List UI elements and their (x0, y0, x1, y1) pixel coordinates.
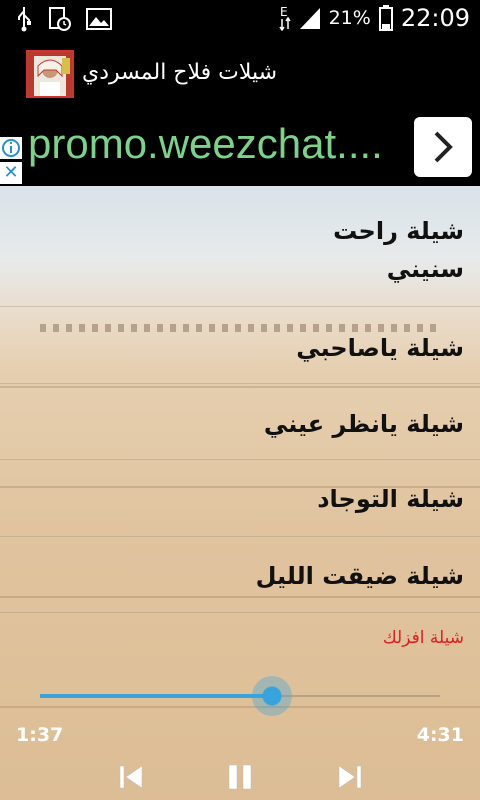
svg-text:E: E (280, 5, 288, 19)
chevron-right-icon (434, 131, 453, 163)
status-time: 22:09 (400, 4, 470, 32)
track-title: شيلة ياصاحبي (296, 334, 464, 362)
ad-banner[interactable]: ✕ promo.weezchat.... (0, 110, 480, 186)
now-playing-title: شيلة افزلك (382, 628, 464, 648)
track-list: شيلة راحت سنيني شيلة ياصاحبي شيلة يانظر … (0, 186, 480, 613)
track-title: شيلة راحت سنيني (333, 217, 464, 283)
total-time: 4:31 (416, 724, 464, 746)
clock-file-icon (49, 7, 71, 31)
track-title: شيلة ضيقت الليل (255, 562, 464, 590)
track-row[interactable]: شيلة ياصاحبي (0, 307, 480, 384)
status-bar: E 21% 22:09 (0, 0, 480, 38)
battery-icon (378, 5, 393, 31)
seek-progress (40, 694, 272, 698)
usb-icon (18, 7, 31, 32)
track-row[interactable]: شيلة ضيقت الليل (0, 537, 480, 613)
seek-handle[interactable] (252, 676, 292, 716)
app-bar: شيلات فلاح المسردي (0, 38, 480, 110)
media-player: 1:37 4:31 (0, 666, 480, 800)
track-title: شيلة يانظر عيني (263, 410, 464, 438)
next-icon[interactable] (335, 762, 365, 792)
ad-close-icon[interactable]: ✕ (0, 162, 22, 184)
ad-open-button[interactable] (414, 117, 472, 177)
track-list-panel: شيلة راحت سنيني شيلة ياصاحبي شيلة يانظر … (0, 186, 480, 800)
app-title: شيلات فلاح المسردي (82, 60, 278, 85)
track-row[interactable]: شيلة يانظر عيني (0, 384, 480, 460)
ad-text[interactable]: promo.weezchat.... (28, 120, 383, 168)
pause-icon[interactable] (225, 762, 255, 792)
previous-icon[interactable] (116, 762, 146, 792)
playback-controls (0, 762, 480, 798)
track-row[interactable]: شيلة التوجاد (0, 460, 480, 537)
track-row[interactable]: شيلة راحت سنيني (0, 186, 480, 307)
signal-icon (299, 8, 320, 29)
image-icon (86, 8, 112, 30)
current-time: 1:37 (16, 724, 64, 746)
track-title: شيلة التوجاد (317, 485, 464, 513)
app-logo[interactable] (26, 50, 74, 98)
battery-percent: 21% (328, 7, 371, 29)
data-arrows-icon: E (278, 5, 291, 31)
ad-info-icon[interactable] (0, 137, 22, 159)
now-playing-row: شيلة افزلك (0, 613, 480, 663)
